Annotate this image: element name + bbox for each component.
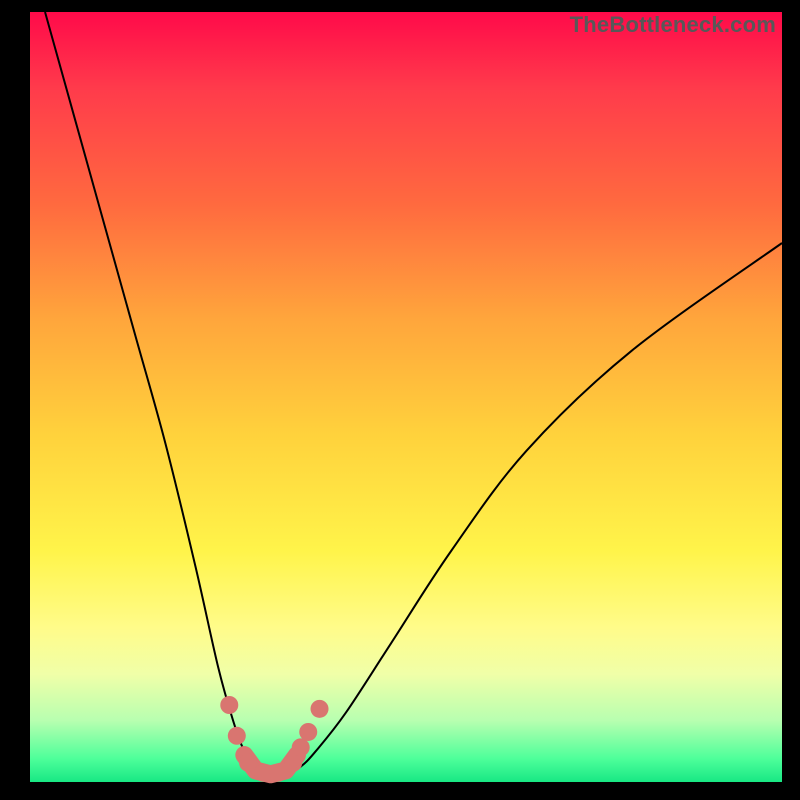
- data-point: [239, 754, 257, 772]
- data-point: [269, 764, 287, 782]
- highlight-points: [220, 696, 328, 782]
- data-point: [292, 738, 310, 756]
- data-point: [311, 700, 329, 718]
- chart-frame: TheBottleneck.com: [30, 12, 782, 782]
- data-point: [228, 727, 246, 745]
- bottleneck-curve: [45, 12, 782, 775]
- data-point: [284, 754, 302, 772]
- chart-svg: [30, 12, 782, 782]
- data-point: [299, 723, 317, 741]
- data-point: [220, 696, 238, 714]
